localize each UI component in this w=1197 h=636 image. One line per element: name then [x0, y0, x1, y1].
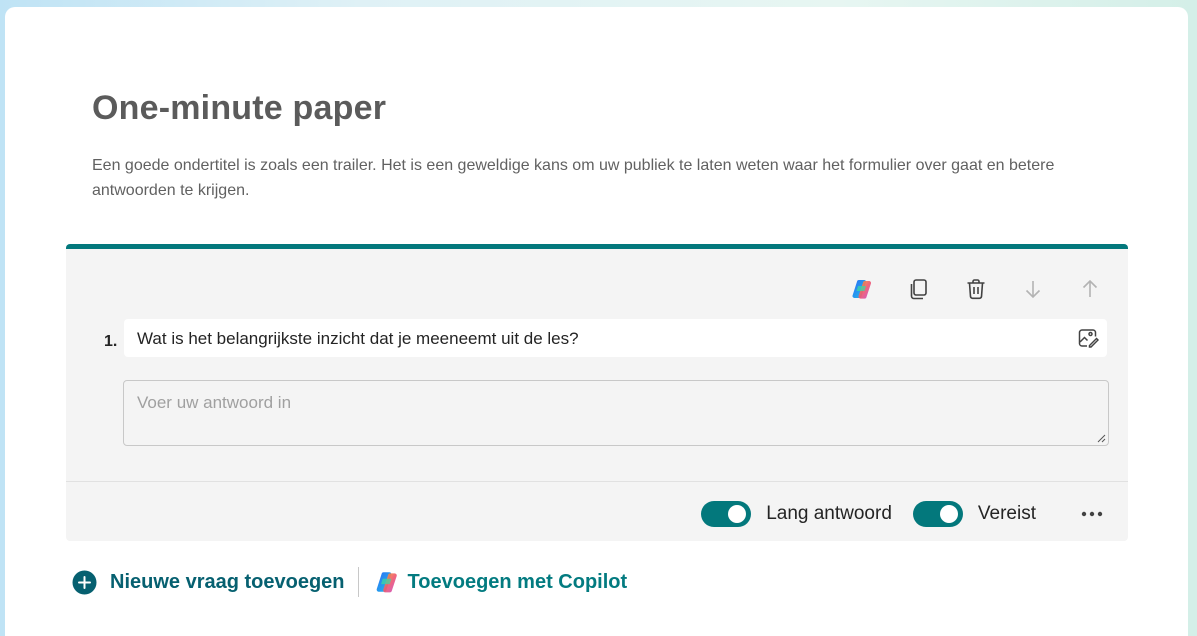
delete-icon — [967, 279, 985, 300]
add-with-copilot-button[interactable]: Toevoegen met Copilot — [373, 569, 628, 595]
move-up-icon — [1082, 279, 1098, 297]
long-answer-label: Lang antwoord — [766, 503, 892, 524]
delete-button[interactable] — [960, 273, 992, 305]
question-options: Lang antwoord Vereist — [701, 501, 1106, 527]
copilot-icon — [852, 279, 872, 299]
required-toggle[interactable] — [912, 501, 963, 527]
more-options-button[interactable] — [1078, 501, 1106, 527]
answer-placeholder: Voer uw antwoord in — [137, 393, 292, 412]
action-separator — [357, 567, 359, 597]
form-card: One-minute paper Een goede ondertitel is… — [5, 7, 1188, 636]
add-question-button[interactable]: Nieuwe vraag toevoegen — [72, 570, 345, 595]
add-question-label: Nieuwe vraag toevoegen — [110, 570, 345, 593]
required-label: Vereist — [977, 503, 1036, 524]
more-icon — [1081, 511, 1103, 517]
question-number: 1. — [104, 333, 118, 350]
copilot-icon — [376, 572, 397, 593]
question-title-field[interactable]: Wat is het belangrijkste inzicht dat je … — [124, 319, 1107, 357]
resize-grip-icon[interactable] — [1096, 433, 1106, 443]
move-up-button[interactable] — [1074, 273, 1106, 305]
card-divider — [66, 481, 1128, 482]
insert-media-button[interactable] — [1075, 325, 1101, 351]
toggle-knob — [728, 505, 747, 523]
long-answer-toggle[interactable] — [701, 501, 752, 527]
add-circle-icon — [72, 570, 97, 594]
answer-textarea[interactable]: Voer uw antwoord in — [123, 380, 1109, 446]
move-down-button[interactable] — [1017, 273, 1049, 305]
add-with-copilot-label: Toevoegen met Copilot — [407, 570, 628, 593]
question-toolbar — [846, 273, 1106, 305]
toggle-knob — [939, 505, 958, 523]
question-card[interactable]: 1. Wat is het belangrijkste inzicht dat … — [66, 244, 1128, 541]
image-edit-icon — [1078, 329, 1099, 348]
copy-icon — [910, 279, 927, 300]
move-down-icon — [1025, 281, 1041, 299]
form-title[interactable]: One-minute paper — [92, 89, 386, 128]
form-subtitle[interactable]: Een goede ondertitel is zoals een traile… — [92, 153, 1102, 203]
duplicate-button[interactable] — [903, 273, 935, 305]
question-title-text: Wat is het belangrijkste inzicht dat je … — [137, 329, 579, 348]
copilot-button[interactable] — [846, 273, 878, 305]
add-actions: Nieuwe vraag toevoegen Toevoegen met Cop… — [72, 566, 627, 598]
